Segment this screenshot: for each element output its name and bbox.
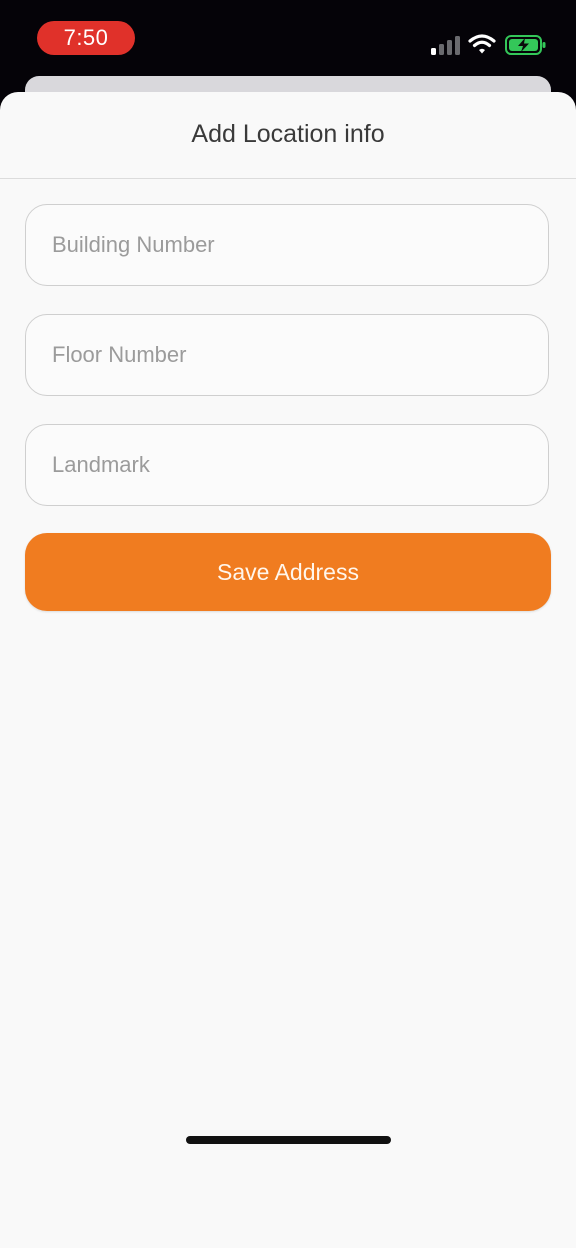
sheet-header: Add Location info: [0, 92, 576, 179]
landmark-field[interactable]: [25, 424, 549, 506]
phone-screen: 7:50 Add Location info Building Number F…: [0, 0, 576, 1248]
building-number-field[interactable]: [25, 204, 549, 286]
add-location-sheet: Add Location info Save Address: [0, 92, 576, 1248]
page-title: Add Location info: [191, 120, 385, 148]
battery-charging-icon: [505, 35, 546, 55]
floor-number-field[interactable]: [25, 314, 549, 396]
save-address-button[interactable]: Save Address: [25, 533, 551, 611]
floor-number-input[interactable]: [26, 315, 548, 395]
cellular-signal-icon: [431, 36, 460, 55]
status-bar: 7:50: [0, 0, 576, 80]
landmark-input[interactable]: [26, 425, 548, 505]
home-indicator[interactable]: [186, 1136, 391, 1144]
building-number-input[interactable]: [26, 205, 548, 285]
status-time: 7:50: [37, 21, 135, 55]
wifi-icon: [468, 34, 496, 54]
